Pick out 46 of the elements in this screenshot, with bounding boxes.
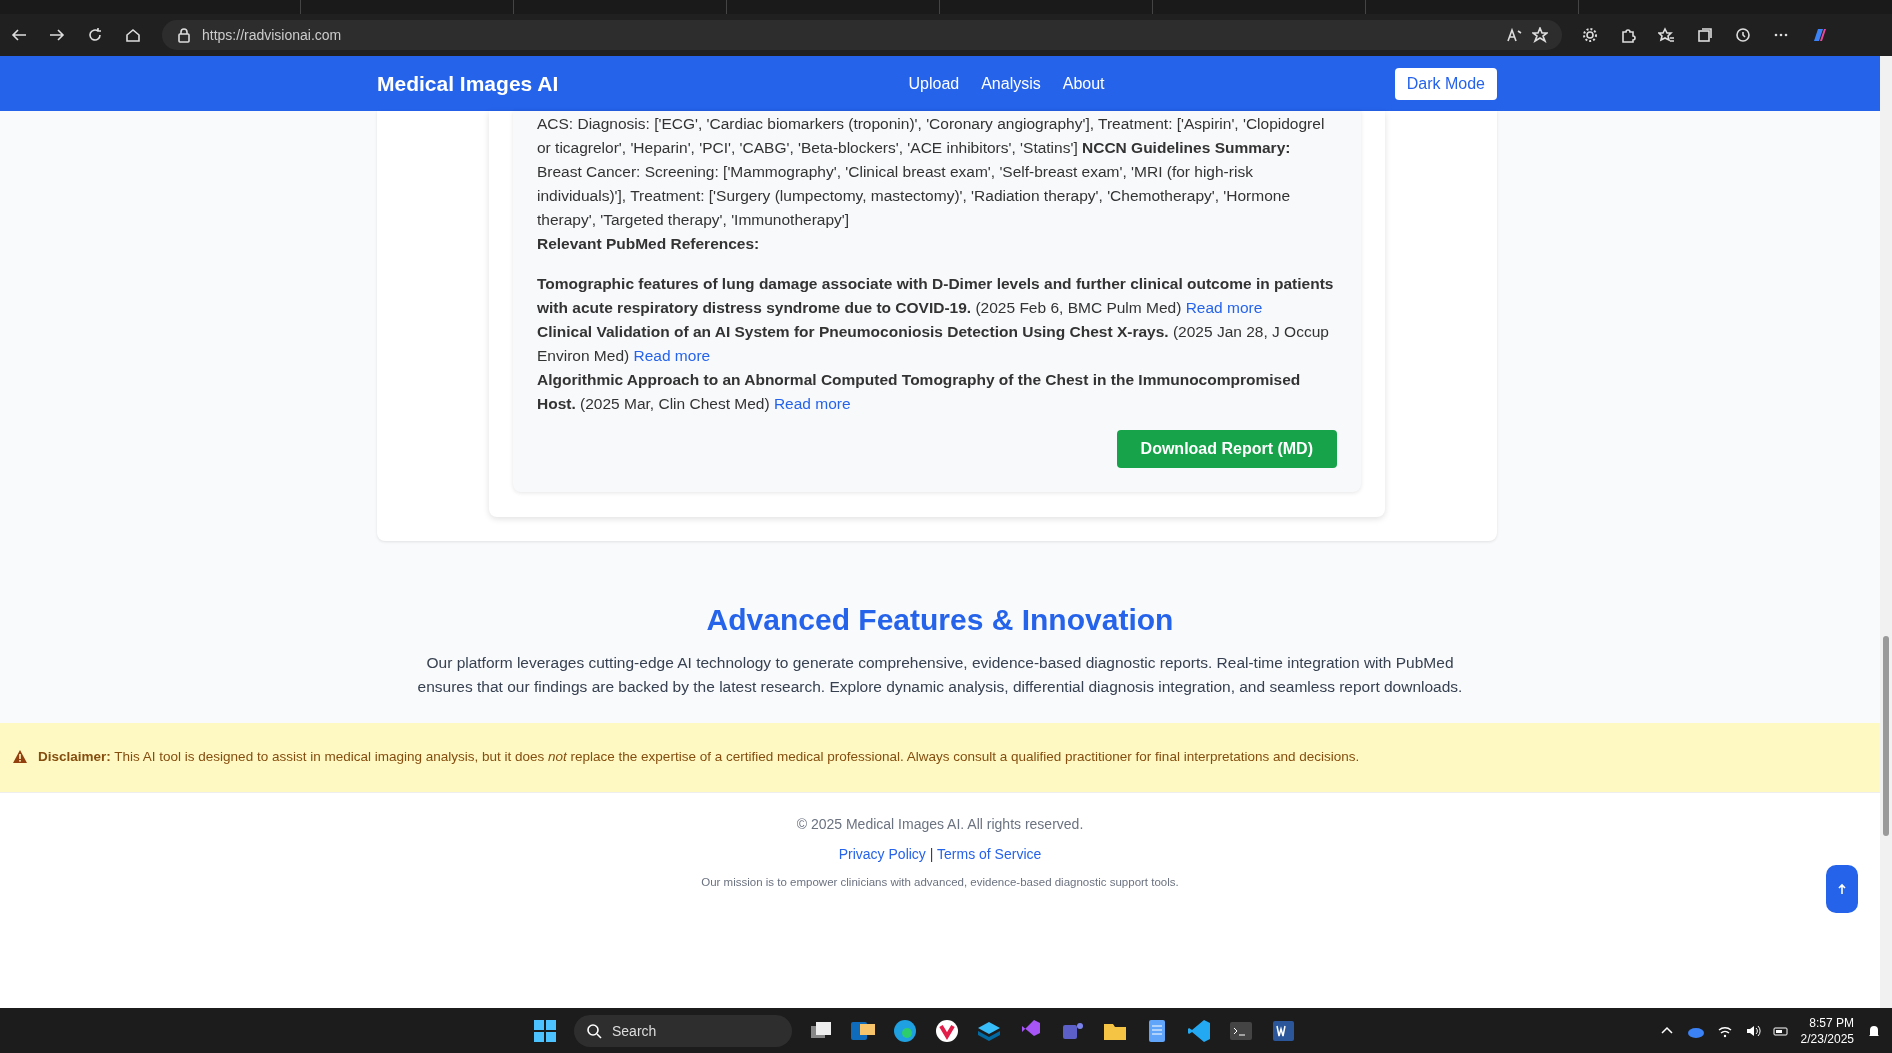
read-more-link[interactable]: Read more [1185, 299, 1263, 316]
footer-link[interactable]: Terms of Service [937, 846, 1042, 862]
home-icon[interactable] [124, 26, 142, 44]
guidelines-summary: ACS: Diagnosis: ['ECG', 'Cardiac biomarkers (troponin)', 'Coronary angiography'], Treatment: ['Aspirin', 'Clopidogrel or ticagrelor', 'Heparin', 'PCI', 'CABG', 'Beta-blockers', 'ACE inhibitors', 'Statins'] NCCN Guidelines Summary: Breast Cancer: Screening: ['Mammography', 'Clinical breast exam', 'Self-breast exam', 'MRI (for high-risk individuals)'], Treatment: ['Surgery (lumpectomy, mastectomy)', 'Radiation therapy', 'Chemotherapy', 'Hormone therapy', 'Targeted therapy', 'Immunotherapy'] [537, 114, 1326, 230]
dark-mode-button[interactable]: Dark Mode [1394, 67, 1497, 100]
nav-link[interactable]: Upload [908, 74, 960, 93]
start-icon[interactable] [532, 1017, 558, 1044]
reference-entry: Algorithmic Approach to an Abnormal Computed Tomography of the Chest in the Immunocompromised Host. (2025 Mar, Clin Chest Med) Read more [537, 370, 1302, 414]
read-more-link[interactable]: Read more [773, 395, 851, 412]
url-text: https://radvisionai.com [202, 27, 343, 43]
reference-entry: Clinical Validation of an AI System for Pneumoconiosis Detection Using Chest X-rays. (2025 Jan 28, J Occup Environ Med) Read more [537, 322, 1330, 366]
link-separator: | [929, 846, 934, 862]
history-icon[interactable] [1735, 27, 1751, 43]
nav-link[interactable]: About [1062, 74, 1105, 93]
lock-icon [176, 27, 192, 43]
star-icon[interactable] [1532, 27, 1548, 43]
nav-link[interactable]: Analysis [981, 74, 1041, 93]
back-to-top-button[interactable] [1826, 865, 1858, 913]
browser-icon[interactable] [892, 1017, 918, 1044]
site-title: Medical Images AI [377, 71, 559, 96]
clock-time: 8:57 PM [1809, 1014, 1854, 1031]
read-aloud-icon[interactable] [1506, 27, 1522, 43]
references-heading: Relevant PubMed References: [537, 234, 761, 254]
section-description: Our platform leverages cutting-edge AI technology to generate comprehensive, evidence-based diagnostic reports. Real-time integration with PubMed ensures that our findings are backed by the latest research. Explore dynamic analysis, differential diagnosis integration, and seamless report downloads. [416, 653, 1464, 697]
copyright-text: © 2025 Medical Images AI. All rights reserved. [795, 816, 1085, 832]
puzzle-icon[interactable] [1620, 27, 1636, 43]
copilot-icon[interactable] [1811, 27, 1829, 43]
reference-entry: Tomographic features of lung damage associate with D-Dimer levels and further clinical outcome in patients with acute respiratory distress syndrome due to COVID-19. (2025 Feb 6, BMC Pulm Med) Read more [537, 274, 1335, 318]
collections-icon[interactable] [1697, 27, 1713, 43]
mission-text: Our mission is to empower clinicians with advanced, evidence-based diagnostic support tools. [700, 876, 1180, 888]
read-more-link[interactable]: Read more [633, 347, 711, 364]
search-placeholder: Search [612, 1022, 657, 1039]
warning-icon [12, 749, 28, 764]
search-icon [586, 1022, 602, 1039]
arrow-up-icon [1838, 883, 1846, 895]
footer-link[interactable]: Privacy Policy [838, 846, 926, 862]
scrollbar[interactable] [1880, 56, 1892, 1008]
clock-date: 2/23/2025 [1800, 1030, 1854, 1047]
download-report-button[interactable]: Download Report (MD) [1116, 430, 1337, 468]
address-bar[interactable]: https://radvisionai.com [162, 20, 1562, 50]
reload-icon[interactable] [86, 26, 104, 44]
vscode-icon[interactable] [1186, 1017, 1212, 1044]
section-heading: Advanced Features & Innovation [705, 603, 1175, 637]
disclaimer-text: Disclaimer: This AI tool is designed to assist in medical imaging analysis, but it does not replace the expertise of a certified medical professional. Always consult a qualified practitioner for final interpretations and decisions. [38, 749, 1360, 764]
favorites-icon[interactable] [1658, 27, 1675, 43]
taskbar-search-field[interactable]: Search [574, 1014, 792, 1047]
